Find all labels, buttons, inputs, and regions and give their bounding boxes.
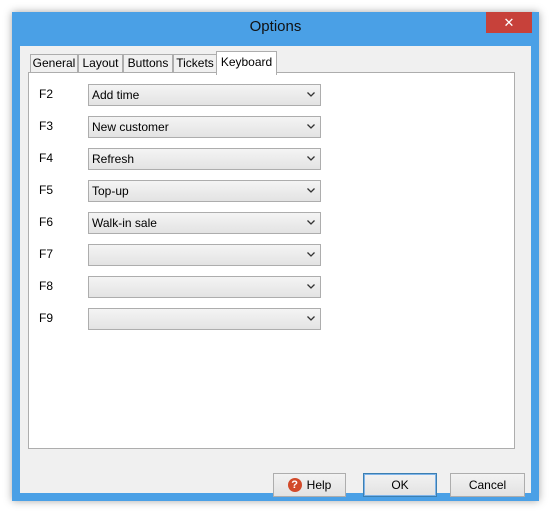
shortcut-key-label: F7 [39,247,54,261]
tab-tickets[interactable]: Tickets [173,54,217,73]
shortcut-f9-select[interactable] [88,308,321,330]
shortcut-key-label: F8 [39,279,54,293]
tab-buttons[interactable]: Buttons [123,54,173,73]
title-bar[interactable]: Options ✕ [12,12,539,46]
shortcut-f5-select[interactable]: Top-up [88,180,321,202]
shortcut-key-label: F3 [39,119,54,133]
shortcut-f6-select[interactable]: Walk-in sale [88,212,321,234]
cancel-button[interactable]: Cancel [450,473,525,497]
dialog-body: General Layout Buttons Tickets Keyboard … [20,46,531,497]
tab-general[interactable]: General [30,54,78,73]
shortcut-f7-select[interactable] [88,244,321,266]
shortcut-value: Top-up [92,184,129,198]
chevron-down-icon [307,252,315,257]
shortcut-key-label: F5 [39,183,54,197]
chevron-down-icon [307,220,315,225]
shortcut-f3-select[interactable]: New customer [88,116,321,138]
shortcut-value: New customer [92,120,169,134]
shortcut-value: Add time [92,88,140,102]
tab-keyboard[interactable]: Keyboard [216,51,277,75]
window-title: Options [249,18,302,35]
chevron-down-icon [307,92,315,97]
shortcut-key-label: F9 [39,311,54,325]
shortcut-key-label: F4 [39,151,54,165]
options-window: Options ✕ General Layout Buttons Tickets… [12,12,539,501]
chevron-down-icon [307,284,315,289]
shortcut-value: Walk-in sale [92,216,157,230]
shortcut-key-label: F6 [39,215,54,229]
help-label: Help [306,478,332,492]
shortcut-key-label: F2 [39,87,54,101]
ok-button[interactable]: OK [363,473,437,497]
chevron-down-icon [307,316,315,321]
chevron-down-icon [307,124,315,129]
chevron-down-icon [307,188,315,193]
shortcut-f4-select[interactable]: Refresh [88,148,321,170]
shortcut-value: Refresh [92,152,135,166]
close-icon: ✕ [503,15,515,30]
help-button[interactable]: ? Help [273,473,346,497]
chevron-down-icon [307,156,315,161]
close-button[interactable]: ✕ [486,12,532,33]
shortcut-f2-select[interactable]: Add time [88,84,321,106]
tab-layout[interactable]: Layout [78,54,123,73]
help-icon: ? [287,477,302,492]
keyboard-panel: F2 Add time F3 New customer F4 Refresh F… [28,72,515,449]
shortcut-f8-select[interactable] [88,276,321,298]
